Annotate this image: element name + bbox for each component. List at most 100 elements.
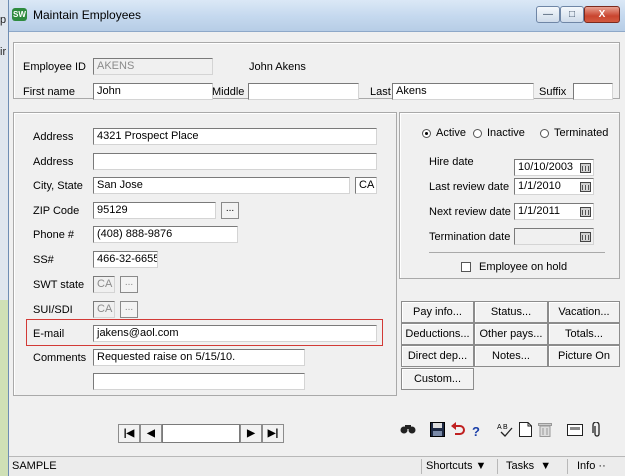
swt-state-field[interactable]: CA [93,276,115,293]
address2-field[interactable] [93,153,377,170]
middle-name-field[interactable] [248,83,359,100]
ss-label: SS# [33,254,54,266]
maintain-employees-window: SW Maintain Employees — □ X Employee ID … [8,0,625,476]
chevron-down-icon: ▼ [540,460,552,472]
chevron-down-icon: ▼ [475,460,487,472]
background-text: ir [0,46,7,58]
divider [497,459,498,474]
calendar-icon[interactable] [580,163,591,173]
comments-line2-field[interactable] [93,373,305,390]
inactive-radio-label: Inactive [487,127,525,139]
sui-lookup-button[interactable]: ... [120,301,138,318]
next-review-label: Next review date [429,206,511,218]
pay-info-button[interactable]: Pay info... [401,301,474,323]
close-button[interactable]: X [584,6,620,23]
record-position-field[interactable] [162,424,240,443]
more-icon: ·· [598,460,606,472]
employee-id-field[interactable]: AKENS [93,58,213,75]
deductions-button[interactable]: Deductions... [401,323,474,345]
svg-text:B: B [503,424,508,431]
company-name: SAMPLE [12,460,57,472]
city-field[interactable]: San Jose [93,177,350,194]
svg-text:A: A [497,424,502,431]
employee-on-hold-label: Employee on hold [479,261,568,273]
delete-icon[interactable] [535,422,555,442]
email-label: E-mail [33,328,65,340]
inactive-radio[interactable] [473,129,482,138]
first-name-label: First name [23,86,75,98]
address1-field[interactable]: 4321 Prospect Place [93,128,377,145]
employee-id-label: Employee ID [23,61,86,73]
custom-button[interactable]: Custom... [401,368,474,390]
attach-icon[interactable] [588,421,606,442]
zip-label: ZIP Code [33,205,80,217]
previous-record-button[interactable]: ◀ [140,424,162,443]
other-pays-button[interactable]: Other pays... [474,323,548,345]
next-record-button[interactable]: ▶ [240,424,262,443]
help-icon[interactable]: ? [466,422,486,442]
shortcuts-menu[interactable]: Shortcuts ▼ [426,460,486,472]
comments-label: Comments [33,352,87,364]
comments-line1-field[interactable]: Requested raise on 5/15/10. [93,349,305,366]
calendar-icon[interactable] [580,232,591,242]
tasks-label: Tasks [506,460,535,472]
phone-field[interactable]: (408) 888-9876 [93,226,238,243]
spell-icon[interactable]: AB [495,422,515,442]
calendar-icon[interactable] [580,207,591,217]
email-icon[interactable] [565,422,585,442]
info-menu[interactable]: Info ·· [577,460,606,472]
find-icon[interactable] [398,422,418,442]
new-icon[interactable] [515,422,535,442]
app-icon: SW [12,8,27,21]
save-icon[interactable] [427,422,447,442]
first-record-button[interactable]: |◀ [118,424,140,443]
status-bar: SAMPLE Shortcuts ▼ Tasks ▼ Info ·· [9,456,625,476]
shortcuts-label: Shortcuts [426,460,473,472]
address1-label: Address [33,131,74,143]
email-field[interactable]: jakens@aol.com [93,325,377,342]
totals-button[interactable]: Totals... [548,323,620,345]
status-button[interactable]: Status... [474,301,548,323]
active-radio[interactable] [422,129,431,138]
picture-on-button[interactable]: Picture On [548,345,620,367]
active-radio-label: Active [436,127,466,139]
title-bar: SW Maintain Employees — □ X [9,0,625,32]
divider [429,252,605,253]
state-field[interactable]: CA [355,177,377,194]
last-record-button[interactable]: ▶| [262,424,284,443]
background-text: p [0,14,7,26]
first-name-field[interactable]: John [93,83,213,100]
undo-icon[interactable] [447,422,467,442]
calendar-icon[interactable] [580,182,591,192]
employee-on-hold-checkbox[interactable] [461,262,471,272]
window-title: Maintain Employees [33,8,142,22]
minimize-button[interactable]: — [536,6,560,23]
notes-button[interactable]: Notes... [474,345,548,367]
city-state-label: City, State [33,180,83,192]
last-name-label: Last [370,86,391,98]
divider [421,459,422,474]
ss-field[interactable]: 466-32-6655 [93,251,158,268]
sui-sdi-field[interactable]: CA [93,301,115,318]
divider [567,459,568,474]
info-label: Info [577,460,596,472]
suffix-label: Suffix [539,86,567,98]
employee-full-name: John Akens [249,61,306,73]
address2-label: Address [33,156,74,168]
vacation-button[interactable]: Vacation... [548,301,620,323]
terminated-radio-label: Terminated [554,127,609,139]
swt-state-label: SWT state [33,279,85,291]
swt-lookup-button[interactable]: ... [120,276,138,293]
termination-date-label: Termination date [429,231,511,243]
maximize-button[interactable]: □ [560,6,584,23]
last-review-label: Last review date [429,181,510,193]
phone-label: Phone # [33,229,74,241]
sui-sdi-label: SUI/SDI [33,304,73,316]
terminated-radio[interactable] [540,129,549,138]
tasks-menu[interactable]: Tasks ▼ [506,460,551,472]
direct-deposit-button[interactable]: Direct dep... [401,345,474,367]
last-name-field[interactable]: Akens [392,83,534,100]
suffix-field[interactable] [573,83,613,100]
zip-field[interactable]: 95129 [93,202,216,219]
zip-lookup-button[interactable]: ... [221,202,239,219]
